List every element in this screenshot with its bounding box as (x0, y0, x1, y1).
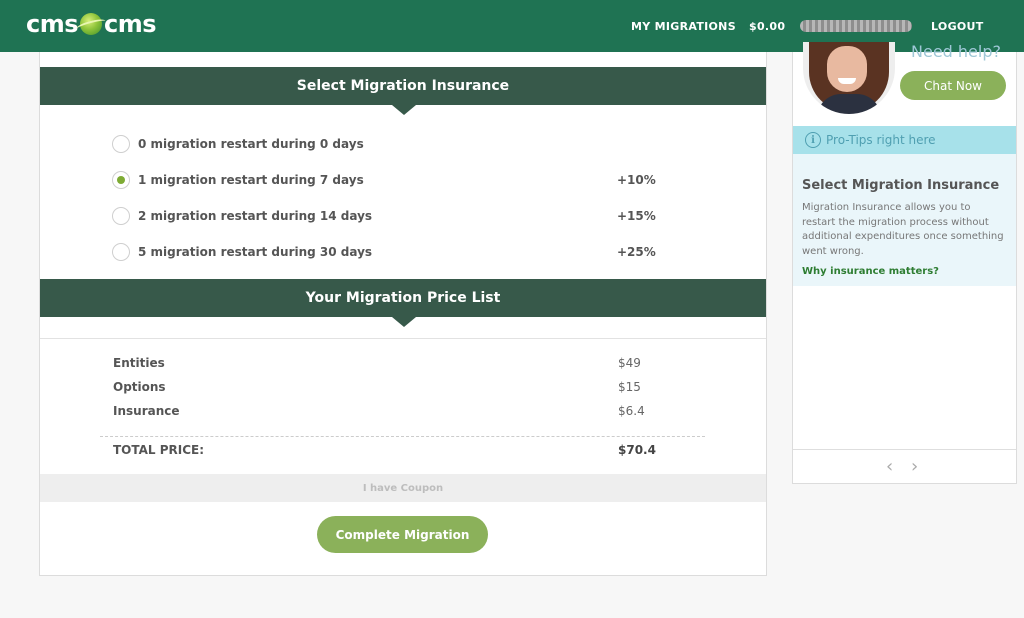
price-label: Insurance (113, 404, 180, 418)
price-label: Options (113, 380, 166, 394)
insurance-option-2[interactable]: 2 migration restart during 14 days +15% (112, 206, 656, 226)
protips-banner: i Pro-Tips right here (793, 126, 1016, 162)
insurance-option-3[interactable]: 5 migration restart during 30 days +25% (112, 242, 656, 262)
chat-now-button[interactable]: Chat Now (900, 71, 1006, 100)
support-agent-avatar (803, 42, 895, 114)
tip-box: Select Migration Insurance Migration Ins… (793, 154, 1016, 286)
insurance-option-1[interactable]: 1 migration restart during 7 days +10% (112, 170, 656, 190)
radio-button[interactable] (112, 243, 130, 261)
total-label: TOTAL PRICE: (113, 443, 205, 457)
help-sidebar: Need help? Chat Now i Pro-Tips right her… (792, 42, 1017, 484)
price-amount: $49 (618, 356, 641, 370)
radio-button[interactable] (112, 135, 130, 153)
need-help-text: Need help? (911, 42, 1001, 61)
insurance-option-label: 1 migration restart during 7 days (138, 173, 364, 187)
sidebar-divider (793, 449, 1016, 450)
price-amount: $15 (618, 380, 641, 394)
logo-text-right: cms (104, 10, 157, 38)
tip-text: Migration Insurance allows you to restar… (802, 202, 1004, 257)
nav-my-migrations[interactable]: MY MIGRATIONS (631, 0, 736, 52)
dashed-divider (100, 436, 705, 437)
insurance-option-pct: +10% (617, 173, 656, 187)
main-card: Select Migration Insurance 0 migration r… (39, 52, 767, 576)
coupon-link[interactable]: I have Coupon (40, 474, 766, 502)
insurance-section-title: Select Migration Insurance (40, 67, 766, 115)
insurance-option-pct: +15% (617, 209, 656, 223)
price-row-entities: Entities $49 (113, 356, 653, 372)
price-list-section-title: Your Migration Price List (40, 279, 766, 327)
nav-balance[interactable]: $0.00 (749, 0, 785, 52)
price-row-insurance: Insurance $6.4 (113, 404, 653, 420)
chevron-left-icon[interactable]: ‹ (886, 456, 893, 477)
total-price-row: TOTAL PRICE: $70.4 (113, 443, 656, 459)
price-label: Entities (113, 356, 165, 370)
total-amount: $70.4 (618, 443, 656, 457)
protips-label: Pro-Tips right here (826, 133, 936, 147)
why-insurance-link[interactable]: Why insurance matters? (802, 266, 939, 277)
insurance-option-pct: +25% (617, 245, 656, 259)
price-amount: $6.4 (618, 404, 645, 418)
avatar-face (827, 46, 867, 92)
globe-icon (80, 13, 103, 35)
radio-button[interactable] (112, 207, 130, 225)
insurance-option-label: 2 migration restart during 14 days (138, 209, 373, 223)
divider (40, 338, 766, 339)
info-icon: i (805, 132, 821, 148)
price-row-options: Options $15 (113, 380, 653, 396)
logo-text-left: cms (26, 10, 79, 38)
radio-button-checked[interactable] (112, 171, 130, 189)
chevron-right-icon[interactable]: › (911, 456, 918, 477)
cms2cms-logo[interactable]: cms cms (26, 9, 157, 39)
insurance-option-label: 5 migration restart during 30 days (138, 245, 373, 259)
tip-title: Select Migration Insurance (802, 178, 1000, 193)
complete-migration-button[interactable]: Complete Migration (317, 516, 488, 553)
user-name-redacted[interactable] (800, 20, 912, 32)
insurance-option-0[interactable]: 0 migration restart during 0 days (112, 134, 652, 154)
insurance-option-label: 0 migration restart during 0 days (138, 137, 364, 151)
